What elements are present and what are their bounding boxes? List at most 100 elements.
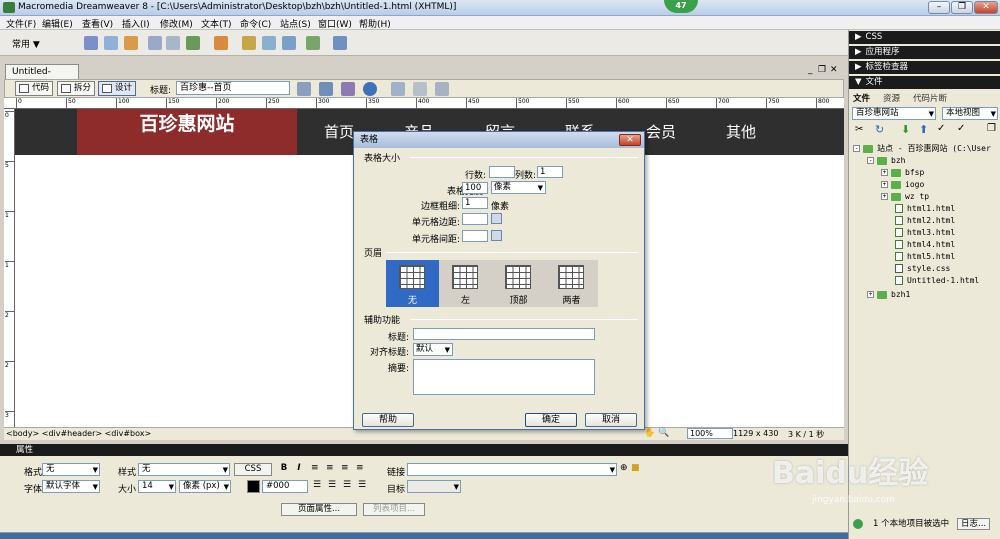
summary-textarea[interactable] (413, 359, 595, 395)
italic-button[interactable]: I (293, 463, 305, 476)
cols-input[interactable]: 1 (537, 166, 563, 178)
div-icon[interactable] (166, 36, 180, 50)
refresh-icon[interactable]: ↻ (875, 123, 884, 136)
tab-files[interactable]: 文件 (853, 92, 870, 104)
nav-home[interactable]: 首页 (324, 121, 354, 142)
expand-panel-icon[interactable]: ❐ (987, 123, 996, 134)
server-include-icon[interactable] (282, 36, 296, 50)
split-view-button[interactable]: 拆分 (57, 81, 96, 96)
ok-button[interactable]: 确定 (525, 413, 577, 427)
menu-help[interactable]: 帮助(H) (359, 17, 391, 30)
doc-close-icon[interactable]: ✕ (830, 65, 838, 75)
indent-icon[interactable]: ☰ (358, 480, 366, 490)
header-option-both[interactable]: 两者 (545, 260, 598, 307)
refresh-icon[interactable] (391, 82, 405, 96)
panel-tag-inspector[interactable]: ▶ 标签检查器 (849, 61, 1000, 74)
color-swatch[interactable] (247, 480, 260, 493)
email-link-icon[interactable] (104, 36, 118, 50)
size-select[interactable]: 14 ▼ (138, 480, 176, 493)
header-option-left[interactable]: 左 (439, 260, 492, 307)
window-size[interactable]: 1129 x 430 (733, 429, 778, 438)
anchor-icon[interactable] (124, 36, 138, 50)
link-input[interactable]: ▼ (407, 463, 617, 476)
tree-file[interactable]: html2.html (895, 216, 955, 225)
doc-minimize-icon[interactable]: _ (808, 65, 813, 75)
align-right-icon[interactable]: ≡ (341, 463, 349, 473)
unit-select[interactable]: 像素 (px) ▼ (179, 480, 231, 493)
page-properties-button[interactable]: 页面属性... (281, 503, 357, 516)
get-files-icon[interactable]: ⬇ (901, 123, 910, 136)
doc-restore-icon[interactable]: ❐ (818, 65, 826, 75)
css-button[interactable]: CSS (234, 463, 272, 476)
tree-file[interactable]: html5.html (895, 252, 955, 261)
media-icon[interactable] (214, 36, 228, 50)
menu-window[interactable]: 窗口(W) (318, 17, 352, 30)
site-select[interactable]: 百珍惠网站 ▼ (852, 107, 936, 120)
format-select[interactable]: 无 ▼ (42, 463, 100, 476)
outdent-icon[interactable]: ☰ (343, 480, 351, 490)
bold-button[interactable]: B (278, 463, 290, 476)
hand-tool-icon[interactable]: ✋ (644, 428, 655, 438)
template-icon[interactable] (306, 36, 320, 50)
view-select[interactable]: 本地视图 ▼ (942, 107, 998, 120)
tree-file[interactable]: Untitled-1.html (895, 276, 979, 285)
tab-assets[interactable]: 资源 (883, 92, 900, 104)
preview-globe-icon[interactable] (363, 82, 377, 96)
properties-header[interactable]: 属性 (0, 444, 848, 456)
table-icon[interactable] (148, 36, 162, 50)
tab-untitled-1[interactable]: Untitled-1.html (5, 64, 79, 91)
menu-file[interactable]: 文件(F) (6, 17, 36, 30)
ordered-list-icon[interactable]: ☰ (328, 480, 336, 490)
menu-modify[interactable]: 修改(M) (160, 17, 193, 30)
panel-files[interactable]: ▼ 文件 (849, 76, 1000, 89)
browse-folder-icon[interactable]: ■ (631, 463, 640, 473)
menu-edit[interactable]: 编辑(E) (42, 17, 73, 30)
nav-member[interactable]: 会员 (646, 121, 676, 142)
cell-padding-input[interactable] (462, 213, 488, 225)
menu-command[interactable]: 命令(C) (240, 17, 271, 30)
tab-snippets[interactable]: 代码片断 (913, 92, 947, 104)
dialog-title-bar[interactable]: 表格 (354, 132, 644, 148)
tree-site-root[interactable]: - 站点 - 百珍惠网站 (C:\User (853, 143, 991, 154)
hyperlink-icon[interactable] (84, 36, 98, 50)
font-select[interactable]: 默认字体 ▼ (42, 480, 100, 493)
minimize-button[interactable]: – (928, 1, 950, 14)
view-options-icon[interactable] (413, 82, 427, 96)
border-input[interactable]: 1 (462, 197, 488, 209)
menu-insert[interactable]: 插入(I) (122, 17, 150, 30)
tree-file[interactable]: html4.html (895, 240, 955, 249)
style-select[interactable]: 无 ▼ (138, 463, 230, 476)
comment-icon[interactable] (262, 36, 276, 50)
header-option-none[interactable]: 无 (386, 260, 439, 307)
browser-check-icon[interactable] (297, 82, 311, 96)
target-select[interactable]: ▼ (407, 480, 461, 493)
cancel-button[interactable]: 取消 (585, 413, 637, 427)
zoom-select[interactable]: 100% (687, 428, 733, 439)
tree-folder-wztp[interactable]: + wz tp (881, 192, 929, 201)
point-to-file-icon[interactable]: ⊕ (620, 463, 628, 473)
visual-aids-icon[interactable] (435, 82, 449, 96)
image-icon[interactable] (186, 36, 200, 50)
maximize-button[interactable]: ❐ (951, 1, 973, 14)
tree-file[interactable]: style.css (895, 264, 950, 273)
put-files-icon[interactable]: ⬆ (919, 123, 928, 136)
insert-category-select[interactable]: 常用 ▼ (12, 37, 40, 50)
menu-site[interactable]: 站点(S) (280, 17, 311, 30)
title-input[interactable]: 百珍惠--首页 (176, 81, 290, 95)
check-in-icon[interactable]: ✓ (957, 123, 965, 134)
tree-file[interactable]: html3.html (895, 228, 955, 237)
cell-spacing-input[interactable] (462, 230, 488, 242)
tag-chooser-icon[interactable] (333, 36, 347, 50)
code-view-button[interactable]: 代码 (15, 81, 54, 96)
dialog-close-button[interactable]: ✕ (619, 134, 641, 146)
tag-selector[interactable]: <body> <div#header> <div#box> (6, 429, 151, 438)
header-option-top[interactable]: 顶部 (492, 260, 545, 307)
unordered-list-icon[interactable]: ☰ (313, 480, 321, 490)
tree-folder-bzh[interactable]: - bzh (867, 156, 905, 165)
width-unit-select[interactable]: 像素 ▼ (491, 181, 546, 194)
align-left-icon[interactable]: ≡ (311, 463, 319, 473)
help-button[interactable]: 帮助 (362, 413, 414, 427)
panel-css[interactable]: ▶ CSS (849, 31, 1000, 44)
file-management-icon[interactable] (319, 82, 333, 96)
tree-folder-iogo[interactable]: + iogo (881, 180, 924, 189)
